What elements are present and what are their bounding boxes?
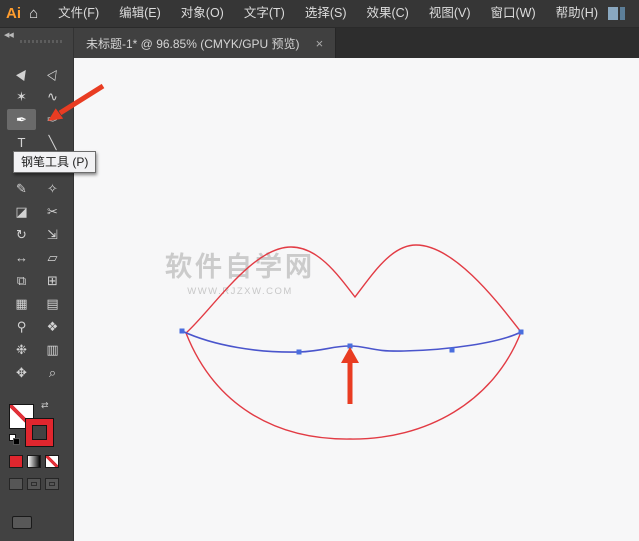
menu-help[interactable]: 帮助(H): [546, 0, 608, 27]
default-fill-stroke-icon[interactable]: [9, 434, 22, 447]
zoom-tool[interactable]: ⌕: [38, 362, 67, 383]
app-logo: Ai: [4, 5, 23, 22]
pen-path[interactable]: [182, 331, 521, 352]
illustrator-window: Ai ⌂ 文件(F) 编辑(E) 对象(O) 文字(T) 选择(S) 效果(C)…: [0, 0, 639, 541]
document-tab-title: 未标题-1* @ 96.85% (CMYK/GPU 预览): [86, 35, 300, 52]
shape-builder-tool[interactable]: ⧉: [7, 270, 36, 291]
type-tool[interactable]: T: [7, 132, 36, 153]
shaper-tool[interactable]: ✧: [38, 178, 67, 199]
document-tab[interactable]: 未标题-1* @ 96.85% (CMYK/GPU 预览) ×: [74, 28, 336, 58]
anchor-point[interactable]: [297, 350, 302, 355]
eyedropper-tool[interactable]: ⚲: [7, 316, 36, 337]
menu-edit[interactable]: 编辑(E): [109, 0, 171, 27]
line-segment-tool[interactable]: ╲: [38, 132, 67, 153]
menu-object[interactable]: 对象(O): [171, 0, 234, 27]
curvature-tool[interactable]: ✑: [38, 109, 67, 130]
blend-tool[interactable]: ❖: [38, 316, 67, 337]
pen-tool-tooltip: 钢笔工具 (P): [13, 151, 96, 173]
none-button[interactable]: [45, 455, 59, 468]
lasso-tool[interactable]: ∿: [38, 86, 67, 107]
tools-grid: ▶ ▷ ✶ ∿ ✒ ✑ T ╲ ▭ ✐ ✎ ✧ ◪ ✂ ↻ ⇲ ↔ ▱ ⧉ ⊞ …: [6, 62, 68, 384]
menu-type[interactable]: 文字(T): [234, 0, 295, 27]
home-icon[interactable]: ⌂: [29, 5, 38, 22]
menu-select[interactable]: 选择(S): [295, 0, 357, 27]
pencil-tool[interactable]: ✎: [7, 178, 36, 199]
scale-tool[interactable]: ⇲: [38, 224, 67, 245]
perspective-grid-tool[interactable]: ⊞: [38, 270, 67, 291]
column-graph-tool[interactable]: ▥: [38, 339, 67, 360]
rotate-tool[interactable]: ↻: [7, 224, 36, 245]
color-mode-buttons: [9, 455, 59, 468]
menu-bar: Ai ⌂ 文件(F) 编辑(E) 对象(O) 文字(T) 选择(S) 效果(C)…: [0, 0, 639, 28]
selection-tool[interactable]: ▶: [7, 63, 36, 84]
tools-panel: ◀◀ ▶ ▷ ✶ ∿ ✒ ✑ T ╲ ▭ ✐ ✎ ✧ ◪ ✂ ↻ ⇲ ↔ ▱ ⧉…: [0, 28, 74, 541]
scissors-tool[interactable]: ✂: [38, 201, 67, 222]
workspace-switcher-icon[interactable]: [608, 7, 625, 20]
drawing-mode-buttons: [9, 478, 59, 490]
width-tool[interactable]: ↔: [7, 247, 36, 268]
draw-normal-button[interactable]: [9, 478, 23, 490]
stroke-swatch[interactable]: [26, 419, 53, 446]
annotation-arrow-up-head: [341, 347, 359, 363]
pen-tool[interactable]: ✒: [7, 109, 36, 130]
watermark-url: WWW.RJZXW.COM: [187, 286, 293, 297]
canvas[interactable]: 软件自学网 WWW.RJZXW.COM: [74, 58, 639, 541]
tab-close-icon[interactable]: ×: [316, 37, 324, 50]
anchor-point[interactable]: [519, 330, 524, 335]
gradient-button[interactable]: [27, 455, 41, 468]
direct-selection-tool[interactable]: ▷: [38, 63, 67, 84]
symbol-sprayer-tool[interactable]: ❉: [7, 339, 36, 360]
menu-view[interactable]: 视图(V): [419, 0, 481, 27]
fill-stroke-control: ⇄: [9, 404, 55, 450]
draw-behind-button[interactable]: [27, 478, 41, 490]
screen-mode-button[interactable]: [12, 516, 32, 529]
panel-grip[interactable]: [20, 40, 63, 43]
hand-tool[interactable]: ✥: [7, 362, 36, 383]
document-tab-bar: 未标题-1* @ 96.85% (CMYK/GPU 预览) ×: [74, 28, 639, 58]
swap-fill-stroke-icon[interactable]: ⇄: [41, 400, 49, 411]
artwork-layer[interactable]: 软件自学网 WWW.RJZXW.COM: [74, 58, 639, 541]
free-transform-tool[interactable]: ▱: [38, 247, 67, 268]
menu-effect[interactable]: 效果(C): [356, 0, 418, 27]
collapse-panel-icon[interactable]: ◀◀: [4, 31, 13, 39]
anchor-point[interactable]: [450, 348, 455, 353]
eraser-tool[interactable]: ◪: [7, 201, 36, 222]
gradient-tool[interactable]: ▤: [38, 293, 67, 314]
draw-inside-button[interactable]: [45, 478, 59, 490]
color-button[interactable]: [9, 455, 23, 468]
anchor-point[interactable]: [180, 329, 185, 334]
screen-mode-row: [12, 516, 32, 529]
mesh-tool[interactable]: ▦: [7, 293, 36, 314]
menu-file[interactable]: 文件(F): [48, 0, 109, 27]
magic-wand-tool[interactable]: ✶: [7, 86, 36, 107]
watermark-text: 软件自学网: [165, 251, 315, 282]
menu-items: 文件(F) 编辑(E) 对象(O) 文字(T) 选择(S) 效果(C) 视图(V…: [48, 0, 608, 27]
menu-window[interactable]: 窗口(W): [481, 0, 546, 27]
